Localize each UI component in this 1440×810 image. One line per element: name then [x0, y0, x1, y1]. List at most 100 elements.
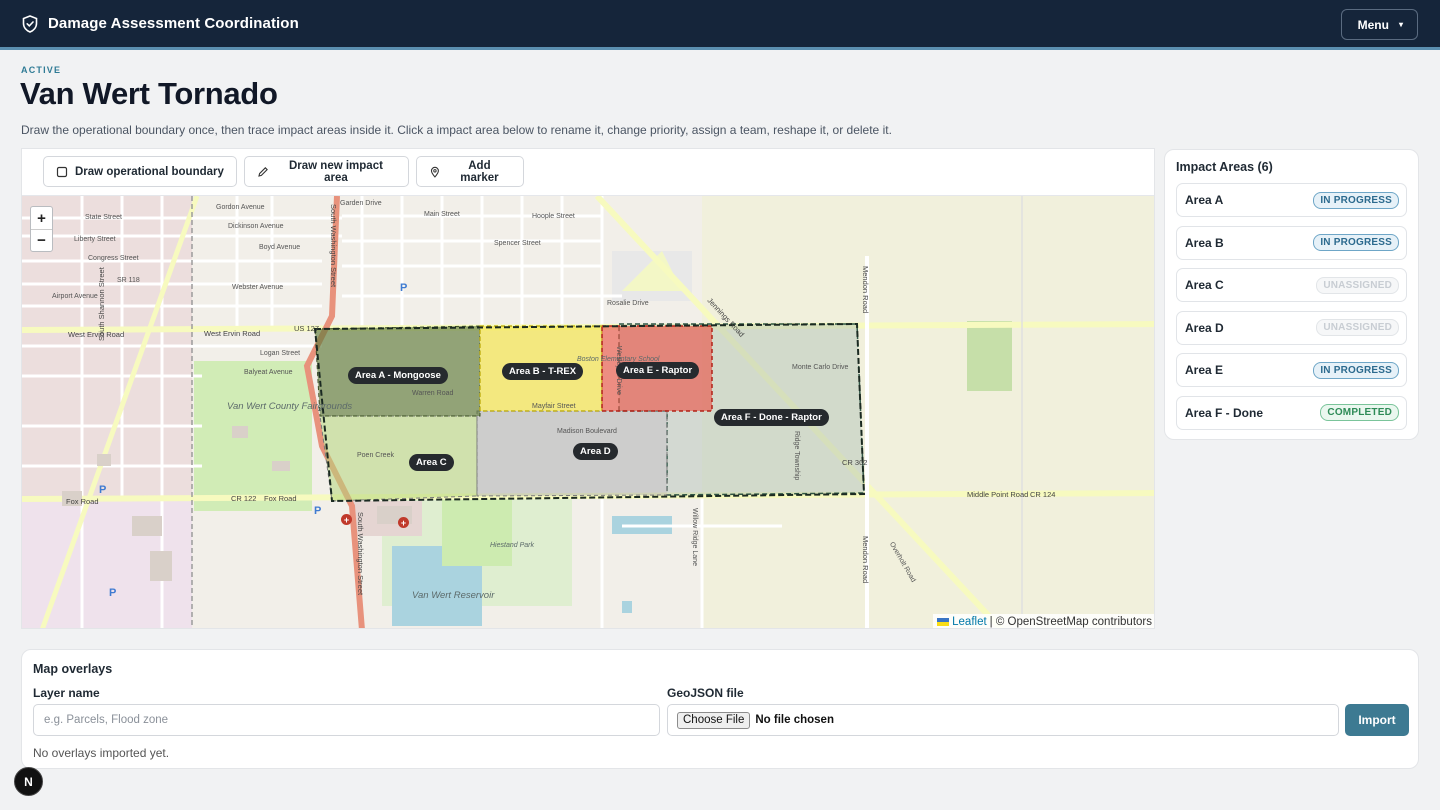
add-marker-button[interactable]: Add marker	[416, 156, 524, 187]
street-label-willow-ridge: Willow Ridge Lane	[691, 508, 698, 566]
osm-attribution: | © OpenStreetMap contributors	[989, 616, 1152, 628]
status-badge: IN PROGRESS	[1313, 191, 1399, 209]
pencil-icon	[258, 166, 268, 177]
draw-boundary-button[interactable]: Draw operational boundary	[43, 156, 237, 187]
street-label-cr124: CR 124	[1030, 490, 1056, 499]
import-button[interactable]: Import	[1345, 704, 1409, 736]
impact-area-item[interactable]: Area F - Done COMPLETED	[1176, 395, 1407, 430]
impact-area-item[interactable]: Area A IN PROGRESS	[1176, 183, 1407, 217]
map-attribution: Leaflet | © OpenStreetMap contributors	[933, 614, 1154, 628]
hospital-icon: +	[341, 514, 352, 525]
street-label-s-washington-2: South Washington Street	[356, 512, 365, 596]
draw-area-button[interactable]: Draw new impact area	[244, 156, 409, 187]
draw-area-label: Draw new impact area	[288, 159, 383, 184]
menu-button[interactable]: Menu ▾	[1340, 9, 1418, 40]
map-view[interactable]: Gordon Avenue Garden Drive Dickinson Ave…	[22, 196, 1154, 628]
street-label-monte-carlo: Monte Carlo Drive	[792, 364, 849, 371]
impact-area-name: Area C	[1185, 278, 1224, 292]
street-label-mendon: Mendon Road	[861, 266, 870, 314]
street-label-hoople: Hoople Street	[532, 213, 575, 220]
impact-area-item[interactable]: Area E IN PROGRESS	[1176, 353, 1407, 387]
zoom-out-button[interactable]: −	[31, 229, 52, 251]
map-overlays-card: Map overlays Layer name GeoJSON file Cho…	[21, 649, 1419, 769]
impact-area-name: Area A	[1185, 193, 1224, 207]
area-label-b[interactable]: Area B - T-REX	[502, 363, 584, 380]
shield-icon	[22, 14, 38, 33]
street-label-west-ervin-2: West Ervin Road	[204, 329, 261, 338]
street-label-madison: Madison Boulevard	[557, 428, 617, 435]
street-label-s-washington: South Washington Street	[329, 204, 338, 288]
status-badge: COMPLETED	[1320, 404, 1399, 421]
impact-area-item[interactable]: Area D UNASSIGNED	[1176, 310, 1407, 345]
street-label-poen: Poen Creek	[357, 452, 394, 459]
menu-button-label: Menu	[1357, 17, 1389, 32]
street-label-logan: Logan Street	[260, 350, 301, 357]
zoom-in-button[interactable]: +	[31, 207, 52, 229]
status-badge: UNASSIGNED	[1316, 319, 1399, 336]
street-label-boyd: Boyd Avenue	[259, 244, 301, 251]
layer-name-label: Layer name	[33, 686, 100, 700]
street-label-warren: Warren Road	[412, 390, 454, 397]
street-label-balyeat: Balyeat Avenue	[244, 369, 293, 376]
street-label-spencer: Spencer Street	[494, 240, 541, 247]
dev-tools-badge[interactable]: N	[14, 767, 43, 796]
zoom-control: + −	[30, 206, 53, 252]
street-label-fox-2: Fox Road	[264, 494, 297, 503]
impact-areas-panel: Impact Areas (6) Area A IN PROGRESS Area…	[1164, 149, 1419, 440]
street-label-ridge: Ridge Township	[793, 431, 800, 481]
impact-area-item[interactable]: Area C UNASSIGNED	[1176, 268, 1407, 302]
status-badge: UNASSIGNED	[1316, 276, 1399, 294]
geojson-file-input[interactable]: Choose File No file chosen	[667, 704, 1339, 736]
app-title: Damage Assessment Coordination	[48, 15, 299, 32]
impact-area-name: Area B	[1185, 235, 1224, 250]
street-label-dickinson: Dickinson Avenue	[228, 223, 284, 230]
draw-boundary-label: Draw operational boundary	[75, 165, 224, 178]
overlays-empty-message: No overlays imported yet.	[33, 746, 170, 760]
parking-icon: P	[400, 282, 408, 294]
street-label-sr118: SR 118	[117, 277, 140, 284]
incident-status: ACTIVE	[21, 65, 62, 75]
choose-file-button[interactable]: Choose File	[677, 711, 751, 729]
area-label-c[interactable]: Area C	[409, 454, 454, 471]
square-icon	[56, 166, 68, 177]
place-label-fairgrounds: Van Wert County Fairgrounds	[227, 401, 352, 412]
status-badge: IN PROGRESS	[1313, 361, 1399, 379]
impact-area-item[interactable]: Area B IN PROGRESS	[1176, 225, 1407, 260]
map-card: Draw operational boundary Draw new impac…	[21, 148, 1155, 629]
page-title: Van Wert Tornado	[20, 76, 278, 111]
caret-down-icon: ▾	[1398, 19, 1403, 29]
street-label-main: Main Street	[424, 211, 460, 218]
area-label-d[interactable]: Area D	[573, 443, 618, 460]
place-label-school: Boston Elementary School	[577, 356, 660, 363]
street-label-middle-point: Middle Point Road	[967, 490, 1029, 499]
street-label-airport: Airport Avenue	[52, 293, 98, 300]
impact-areas-title: Impact Areas (6)	[1176, 160, 1273, 174]
map-tiles	[22, 196, 1154, 628]
hospital-icon: +	[398, 517, 409, 528]
parking-icon: P	[109, 587, 117, 599]
layer-name-input[interactable]	[33, 704, 660, 736]
page-description: Draw the operational boundary once, then…	[21, 123, 892, 137]
geojson-file-label: GeoJSON file	[667, 686, 744, 700]
leaflet-link[interactable]: Leaflet	[952, 616, 987, 628]
street-label-fox-1: Fox Road	[66, 497, 99, 506]
impact-area-d-shape	[476, 410, 668, 497]
street-label-s-shannon: South Shannon Street	[97, 267, 106, 341]
impact-area-name: Area F - Done	[1185, 405, 1264, 420]
top-navbar: Damage Assessment Coordination Menu ▾	[0, 0, 1440, 50]
street-label-rosalie: Rosalie Drive	[607, 300, 649, 307]
place-label-reservoir: Van Wert Reservoir	[412, 590, 495, 601]
map-toolbar: Draw operational boundary Draw new impac…	[22, 149, 1154, 196]
area-label-a[interactable]: Area A - Mongoose	[348, 367, 448, 384]
street-label-congress: Congress Street	[88, 255, 139, 262]
street-label-liberty: Liberty Street	[74, 236, 116, 243]
street-label-us127: US 127	[294, 324, 320, 333]
street-label-garden: Garden Drive	[340, 200, 382, 207]
ukraine-flag-icon	[937, 618, 950, 626]
status-badge: IN PROGRESS	[1313, 234, 1399, 251]
street-label-cr122: CR 122	[231, 494, 257, 503]
area-label-e[interactable]: Area E - Raptor	[616, 362, 700, 379]
area-label-f[interactable]: Area F - Done - Raptor	[714, 409, 829, 426]
street-label-state: State Street	[85, 214, 122, 221]
impact-area-name: Area E	[1185, 363, 1224, 377]
